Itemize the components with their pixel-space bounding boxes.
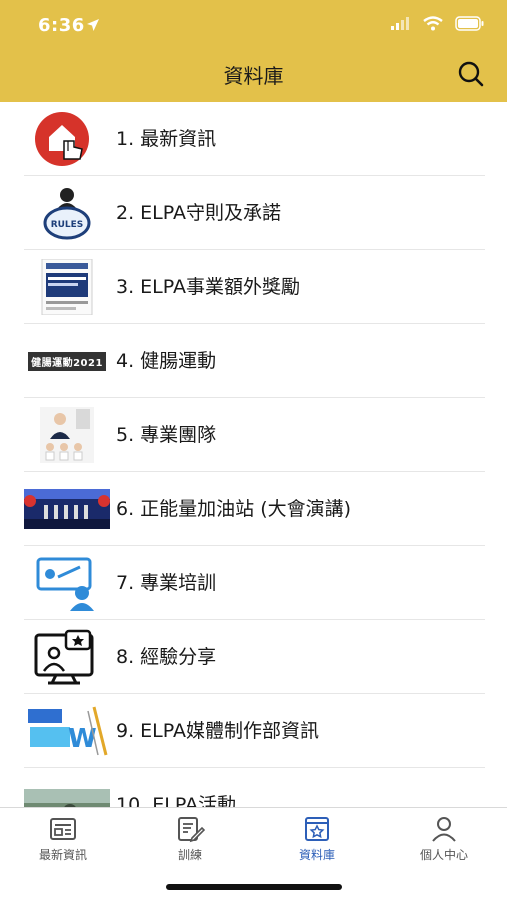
list-item-label: 10. ELPA活動 xyxy=(116,794,237,807)
list-item-label: 2. ELPA守則及承諾 xyxy=(116,202,281,224)
status-time: 6:36 xyxy=(38,15,85,36)
library-list: 1. 最新資訊 RULES 2. ELPA守則及承諾 3. ELPA事業額外獎勵… xyxy=(0,102,507,807)
exercise-banner-icon: 健腸運動2021 xyxy=(24,333,110,389)
app-header: 6:36 資料庫 xyxy=(0,0,507,102)
activity-photo-icon xyxy=(24,777,110,807)
search-icon[interactable] xyxy=(457,60,485,88)
list-item[interactable]: 1. 最新資訊 xyxy=(0,102,507,176)
list-item[interactable]: 3. ELPA事業額外獎勵 xyxy=(0,250,507,324)
status-indicators xyxy=(391,16,485,31)
wifi-icon xyxy=(423,16,443,31)
tab-label: 訓練 xyxy=(177,848,202,862)
location-arrow-icon xyxy=(87,19,99,31)
list-item-label: 4. 健腸運動 xyxy=(116,350,217,372)
tab-label: 最新資訊 xyxy=(38,848,87,862)
reward-document-icon xyxy=(24,259,110,315)
list-item-label: 5. 專業團隊 xyxy=(116,424,217,446)
newspaper-icon xyxy=(50,818,76,840)
tab-library[interactable]: 資料庫 xyxy=(254,814,380,863)
list-item[interactable]: 7. 專業培訓 xyxy=(0,546,507,620)
conference-stage-icon xyxy=(24,481,110,537)
list-item[interactable]: 10. ELPA活動 xyxy=(0,768,507,807)
list-item[interactable]: 6. 正能量加油站 (大會演講) xyxy=(0,472,507,546)
news-hand-icon xyxy=(24,111,110,167)
list-item[interactable]: 健腸運動2021 4. 健腸運動 xyxy=(0,324,507,398)
team-photo-icon xyxy=(24,407,110,463)
tab-label: 個人中心 xyxy=(419,848,468,862)
list-item-label: 3. ELPA事業額外獎勵 xyxy=(116,276,300,298)
list-item[interactable]: W 9. ELPA媒體制作部資訊 xyxy=(0,694,507,768)
page-title: 資料庫 xyxy=(223,64,284,88)
tab-latest-news[interactable]: 最新資訊 xyxy=(0,814,126,863)
list-item[interactable]: 8. 經驗分享 xyxy=(0,620,507,694)
list-item-label: 6. 正能量加油站 (大會演講) xyxy=(116,498,352,520)
tab-profile[interactable]: 個人中心 xyxy=(381,814,507,863)
list-item-label: 9. ELPA媒體制作部資訊 xyxy=(116,720,319,742)
tab-training[interactable]: 訓練 xyxy=(127,814,253,863)
training-presentation-icon xyxy=(24,555,110,611)
media-department-icon: W xyxy=(24,703,110,759)
rules-icon: RULES xyxy=(24,185,110,241)
tab-label: 資料庫 xyxy=(298,848,335,862)
home-indicator[interactable] xyxy=(166,884,342,890)
list-item[interactable]: RULES 2. ELPA守則及承諾 xyxy=(0,176,507,250)
list-item-label: 1. 最新資訊 xyxy=(116,128,217,150)
rules-text: RULES xyxy=(51,220,84,230)
list-item-label: 7. 專業培訓 xyxy=(116,572,217,594)
list-item-label: 8. 經驗分享 xyxy=(116,646,217,668)
experience-share-icon xyxy=(24,629,110,685)
list-item[interactable]: 5. 專業團隊 xyxy=(0,398,507,472)
edit-document-icon xyxy=(178,817,205,843)
exercise-banner-text: 健腸運動2021 xyxy=(28,351,106,371)
star-folder-icon xyxy=(305,817,329,841)
cellular-signal-icon xyxy=(391,16,409,30)
battery-icon xyxy=(455,16,484,31)
person-icon xyxy=(432,817,456,842)
